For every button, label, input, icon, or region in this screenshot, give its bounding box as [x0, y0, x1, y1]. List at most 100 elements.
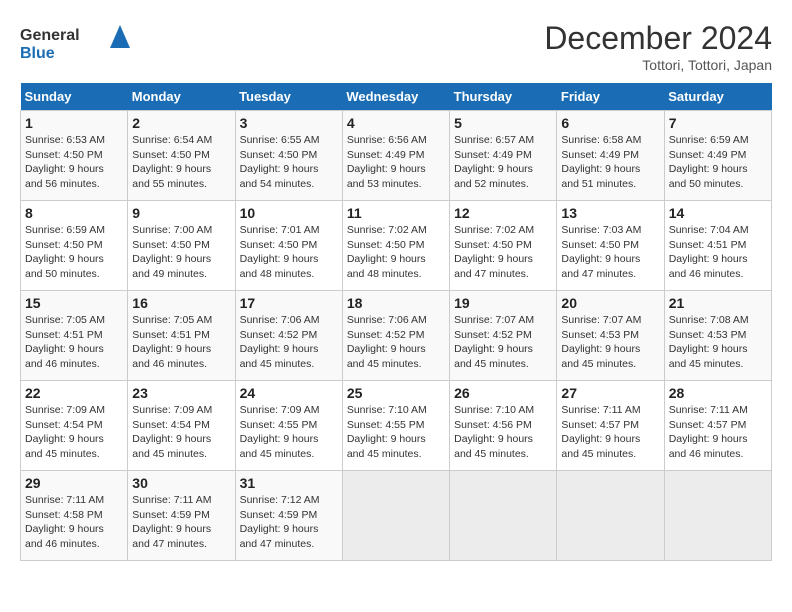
- calendar-cell: 10 Sunrise: 7:01 AMSunset: 4:50 PMDayligh…: [235, 201, 342, 291]
- day-detail: Sunrise: 7:08 AMSunset: 4:53 PMDaylight:…: [669, 313, 767, 372]
- day-detail: Sunrise: 7:11 AMSunset: 4:58 PMDaylight:…: [25, 493, 123, 552]
- day-number: 12: [454, 205, 552, 221]
- day-number: 7: [669, 115, 767, 131]
- calendar-cell: 12 Sunrise: 7:02 AMSunset: 4:50 PMDayligh…: [450, 201, 557, 291]
- calendar-cell: 4 Sunrise: 6:56 AMSunset: 4:49 PMDaylight…: [342, 111, 449, 201]
- calendar-cell: 24Sunrise: 7:09 AMSunset: 4:55 PMDayligh…: [235, 381, 342, 471]
- day-number: 2: [132, 115, 230, 131]
- calendar-cell: 19 Sunrise: 7:07 AMSunset: 4:52 PMDayligh…: [450, 291, 557, 381]
- day-detail: Sunrise: 6:53 AMSunset: 4:50 PMDaylight:…: [25, 133, 123, 192]
- calendar-cell: 3Sunrise: 6:55 AMSunset: 4:50 PMDaylight…: [235, 111, 342, 201]
- calendar-cell: 23 Sunrise: 7:09 AMSunset: 4:54 PMDayligh…: [128, 381, 235, 471]
- calendar-cell: 7 Sunrise: 6:59 AMSunset: 4:49 PMDaylight…: [664, 111, 771, 201]
- day-detail: Sunrise: 7:10 AMSunset: 4:56 PMDaylight:…: [454, 403, 552, 462]
- day-detail: Sunrise: 7:11 AMSunset: 4:57 PMDaylight:…: [669, 403, 767, 462]
- weekday-header-monday: Monday: [128, 83, 235, 111]
- month-title: December 2024: [544, 20, 772, 57]
- calendar-cell: 16 Sunrise: 7:05 AMSunset: 4:51 PMDayligh…: [128, 291, 235, 381]
- page-header: General Blue December 2024 Tottori, Tott…: [20, 20, 772, 73]
- day-number: 30: [132, 475, 230, 491]
- day-number: 15: [25, 295, 123, 311]
- day-number: 26: [454, 385, 552, 401]
- day-detail: Sunrise: 7:02 AMSunset: 4:50 PMDaylight:…: [454, 223, 552, 282]
- day-number: 17: [240, 295, 338, 311]
- day-number: 16: [132, 295, 230, 311]
- calendar-cell: 2 Sunrise: 6:54 AMSunset: 4:50 PMDaylight…: [128, 111, 235, 201]
- day-detail: Sunrise: 7:03 AMSunset: 4:50 PMDaylight:…: [561, 223, 659, 282]
- calendar-cell: 11Sunrise: 7:02 AMSunset: 4:50 PMDayligh…: [342, 201, 449, 291]
- calendar-cell: [450, 471, 557, 561]
- day-detail: Sunrise: 7:07 AMSunset: 4:52 PMDaylight:…: [454, 313, 552, 372]
- calendar-cell: 26 Sunrise: 7:10 AMSunset: 4:56 PMDayligh…: [450, 381, 557, 471]
- day-number: 10: [240, 205, 338, 221]
- day-number: 1: [25, 115, 123, 131]
- day-detail: Sunrise: 7:06 AMSunset: 4:52 PMDaylight:…: [347, 313, 445, 372]
- day-number: 18: [347, 295, 445, 311]
- day-detail: Sunrise: 6:58 AMSunset: 4:49 PMDaylight:…: [561, 133, 659, 192]
- calendar-cell: 20 Sunrise: 7:07 AMSunset: 4:53 PMDayligh…: [557, 291, 664, 381]
- day-number: 31: [240, 475, 338, 491]
- calendar-cell: 17Sunrise: 7:06 AMSunset: 4:52 PMDayligh…: [235, 291, 342, 381]
- day-detail: Sunrise: 6:54 AMSunset: 4:50 PMDaylight:…: [132, 133, 230, 192]
- location: Tottori, Tottori, Japan: [544, 57, 772, 73]
- calendar-cell: 30Sunrise: 7:11 AMSunset: 4:59 PMDayligh…: [128, 471, 235, 561]
- calendar-cell: 29 Sunrise: 7:11 AMSunset: 4:58 PMDayligh…: [21, 471, 128, 561]
- calendar-cell: 27 Sunrise: 7:11 AMSunset: 4:57 PMDayligh…: [557, 381, 664, 471]
- weekday-header-friday: Friday: [557, 83, 664, 111]
- day-detail: Sunrise: 7:12 AMSunset: 4:59 PMDaylight:…: [240, 493, 338, 552]
- calendar-cell: [664, 471, 771, 561]
- day-number: 21: [669, 295, 767, 311]
- svg-text:Blue: Blue: [20, 45, 55, 62]
- day-number: 14: [669, 205, 767, 221]
- day-detail: Sunrise: 7:11 AMSunset: 4:57 PMDaylight:…: [561, 403, 659, 462]
- weekday-header-sunday: Sunday: [21, 83, 128, 111]
- calendar-cell: [342, 471, 449, 561]
- day-number: 11: [347, 205, 445, 221]
- calendar-cell: 15Sunrise: 7:05 AMSunset: 4:51 PMDayligh…: [21, 291, 128, 381]
- title-block: December 2024 Tottori, Tottori, Japan: [544, 20, 772, 73]
- day-number: 23: [132, 385, 230, 401]
- day-detail: Sunrise: 6:55 AMSunset: 4:50 PMDaylight:…: [240, 133, 338, 192]
- calendar-cell: 8Sunrise: 6:59 AMSunset: 4:50 PMDaylight…: [21, 201, 128, 291]
- day-number: 19: [454, 295, 552, 311]
- day-number: 9: [132, 205, 230, 221]
- day-detail: Sunrise: 7:00 AMSunset: 4:50 PMDaylight:…: [132, 223, 230, 282]
- day-detail: Sunrise: 6:59 AMSunset: 4:49 PMDaylight:…: [669, 133, 767, 192]
- day-detail: Sunrise: 7:09 AMSunset: 4:55 PMDaylight:…: [240, 403, 338, 462]
- svg-text:General: General: [20, 27, 80, 44]
- day-number: 8: [25, 205, 123, 221]
- day-number: 6: [561, 115, 659, 131]
- calendar-cell: 5 Sunrise: 6:57 AMSunset: 4:49 PMDaylight…: [450, 111, 557, 201]
- day-detail: Sunrise: 7:01 AMSunset: 4:50 PMDaylight:…: [240, 223, 338, 282]
- weekday-header-saturday: Saturday: [664, 83, 771, 111]
- calendar-table: SundayMondayTuesdayWednesdayThursdayFrid…: [20, 83, 772, 561]
- calendar-cell: 21 Sunrise: 7:08 AMSunset: 4:53 PMDayligh…: [664, 291, 771, 381]
- calendar-cell: 14 Sunrise: 7:04 AMSunset: 4:51 PMDayligh…: [664, 201, 771, 291]
- day-number: 29: [25, 475, 123, 491]
- day-detail: Sunrise: 6:57 AMSunset: 4:49 PMDaylight:…: [454, 133, 552, 192]
- day-number: 22: [25, 385, 123, 401]
- day-detail: Sunrise: 7:05 AMSunset: 4:51 PMDaylight:…: [132, 313, 230, 372]
- calendar-cell: 28 Sunrise: 7:11 AMSunset: 4:57 PMDayligh…: [664, 381, 771, 471]
- day-number: 25: [347, 385, 445, 401]
- calendar-cell: 22 Sunrise: 7:09 AMSunset: 4:54 PMDayligh…: [21, 381, 128, 471]
- weekday-header-thursday: Thursday: [450, 83, 557, 111]
- day-number: 28: [669, 385, 767, 401]
- calendar-cell: 18 Sunrise: 7:06 AMSunset: 4:52 PMDayligh…: [342, 291, 449, 381]
- day-number: 20: [561, 295, 659, 311]
- logo-icon: General Blue: [20, 20, 130, 64]
- day-detail: Sunrise: 6:56 AMSunset: 4:49 PMDaylight:…: [347, 133, 445, 192]
- calendar-cell: [557, 471, 664, 561]
- day-number: 4: [347, 115, 445, 131]
- day-number: 27: [561, 385, 659, 401]
- calendar-cell: 25Sunrise: 7:10 AMSunset: 4:55 PMDayligh…: [342, 381, 449, 471]
- weekday-header-wednesday: Wednesday: [342, 83, 449, 111]
- logo: General Blue: [20, 20, 130, 64]
- calendar-cell: 9 Sunrise: 7:00 AMSunset: 4:50 PMDaylight…: [128, 201, 235, 291]
- day-number: 5: [454, 115, 552, 131]
- day-detail: Sunrise: 7:09 AMSunset: 4:54 PMDaylight:…: [25, 403, 123, 462]
- day-detail: Sunrise: 7:04 AMSunset: 4:51 PMDaylight:…: [669, 223, 767, 282]
- day-detail: Sunrise: 7:09 AMSunset: 4:54 PMDaylight:…: [132, 403, 230, 462]
- weekday-header-tuesday: Tuesday: [235, 83, 342, 111]
- day-detail: Sunrise: 7:07 AMSunset: 4:53 PMDaylight:…: [561, 313, 659, 372]
